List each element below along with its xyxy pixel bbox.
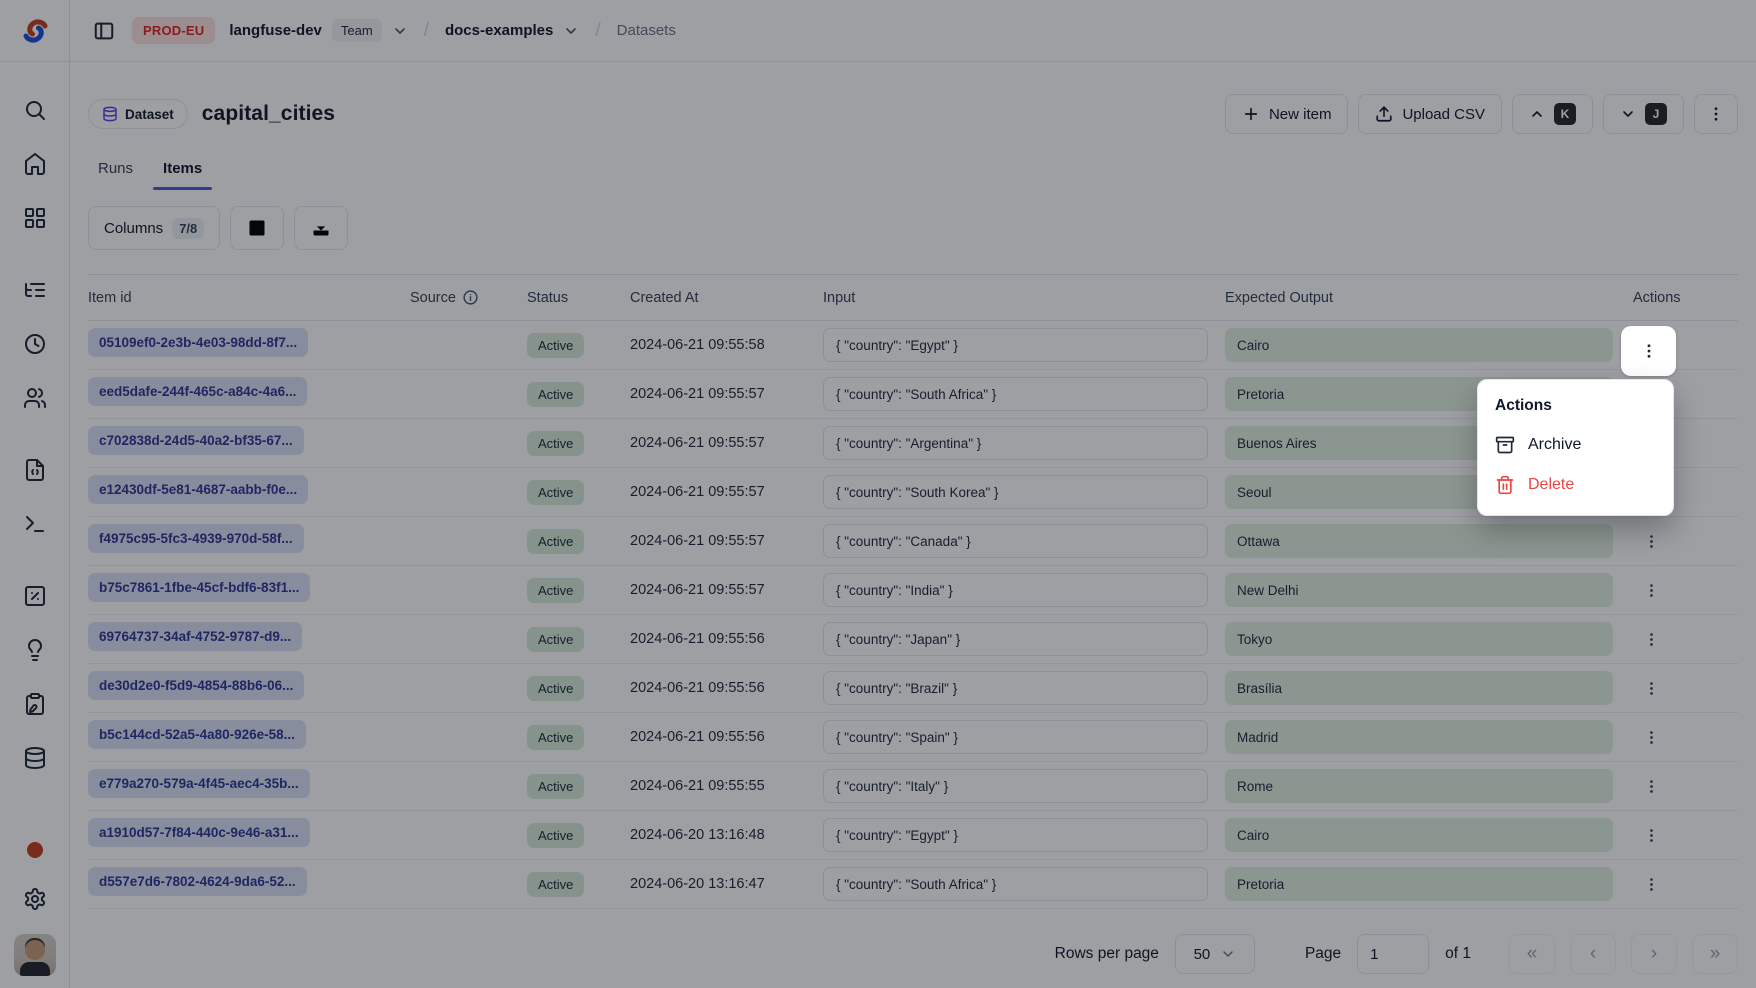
trash-icon	[1495, 475, 1515, 495]
menu-item-archive[interactable]: Archive	[1478, 425, 1673, 465]
kebab-menu-icon	[1640, 342, 1658, 360]
actions-menu-title: Actions	[1478, 388, 1673, 425]
row-actions-button-active[interactable]	[1621, 326, 1676, 376]
delete-label: Delete	[1528, 476, 1574, 494]
app-window: PROD-EU langfuse-dev Team / docs-example…	[0, 0, 1756, 988]
menu-item-delete[interactable]: Delete	[1478, 465, 1673, 505]
row-actions-menu: Actions Archive Delete	[1477, 379, 1674, 516]
archive-icon	[1495, 435, 1515, 455]
archive-label: Archive	[1528, 436, 1581, 454]
